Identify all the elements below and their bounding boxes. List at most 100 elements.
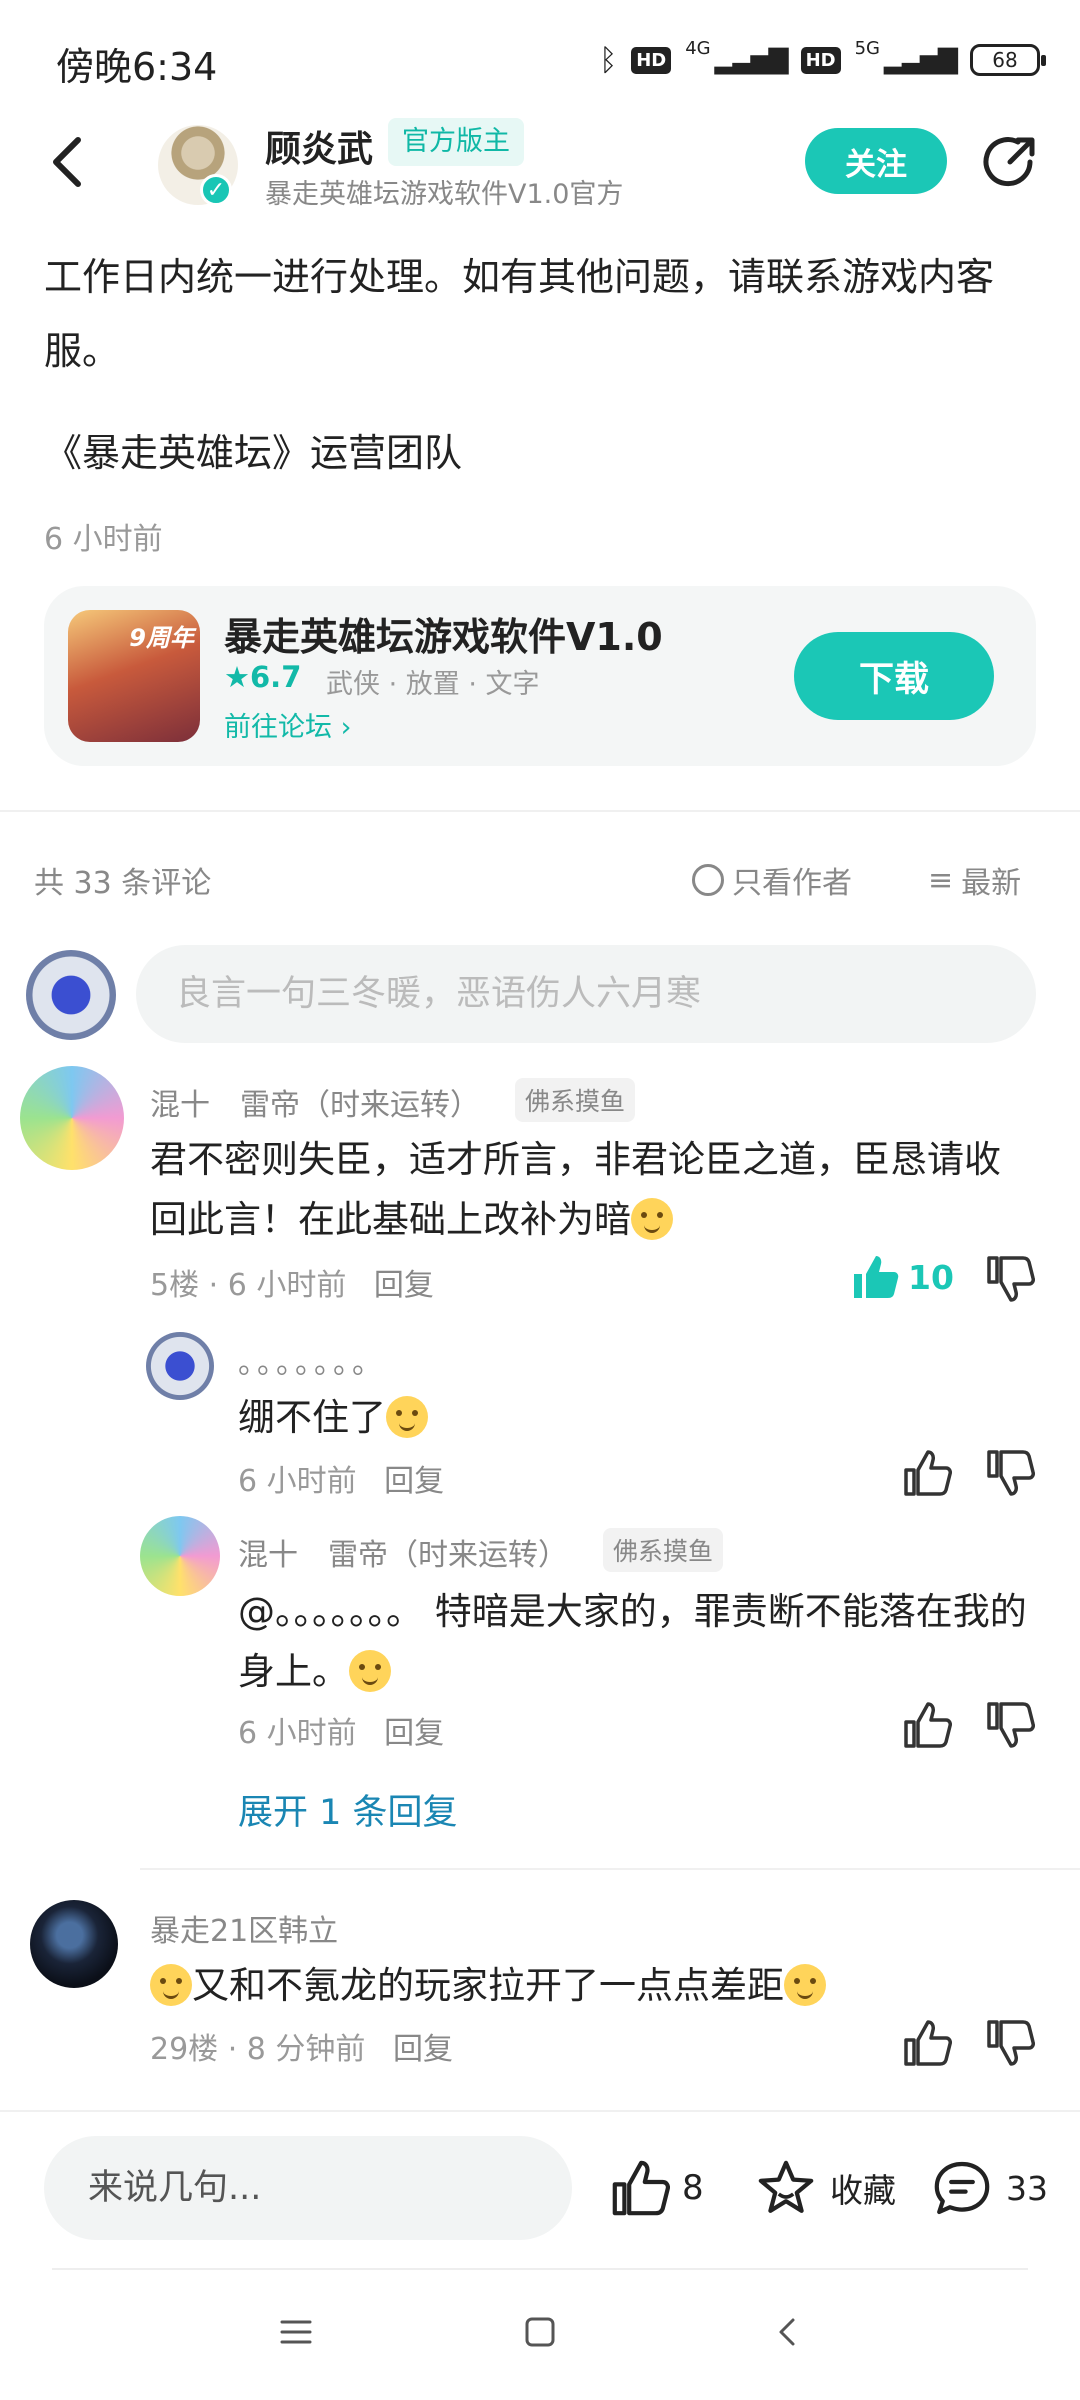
home-square-icon (525, 2317, 555, 2347)
system-back-button[interactable] (758, 2302, 818, 2362)
dislike-button[interactable] (985, 1700, 1035, 1754)
game-icon-badge: 9周年 (129, 624, 194, 652)
comment-bubble-icon (934, 2161, 990, 2215)
hd-icon-2: HD (800, 46, 841, 74)
emoji-icon (784, 1964, 826, 2006)
comments-button[interactable]: 33 (932, 2158, 1048, 2218)
game-rating: ★6.7 (224, 660, 302, 694)
nav-divider (52, 2268, 1028, 2270)
thumbs-down-icon (987, 1450, 1035, 1496)
expand-replies-link[interactable]: 展开 1 条回复 (238, 1784, 458, 1835)
dislike-button[interactable] (985, 2018, 1035, 2072)
thumbs-up-icon (612, 2160, 670, 2216)
post-signature: 《暴走英雄坛》运营团队 (44, 431, 463, 475)
sort-label: 最新 (961, 866, 1022, 901)
back-button[interactable] (48, 122, 98, 202)
reply-button[interactable]: 回复 (374, 1268, 434, 1303)
reply-text: 绷不住了 (238, 1388, 428, 1448)
commenter-name[interactable]: 混十 雷帝（时来运转） (150, 1080, 480, 1124)
reply-avatar[interactable] (140, 1516, 220, 1596)
reply-button[interactable]: 回复 (384, 1464, 444, 1499)
commenter-name[interactable]: 暴走21区韩立 (150, 1906, 338, 1950)
say-something-input[interactable]: 来说几句... (44, 2136, 572, 2240)
author-name[interactable]: 顾炎武 (265, 120, 373, 172)
emoji-laugh-icon (386, 1396, 428, 1438)
post-body-text: 工作日内统一进行处理。如有其他问题，请联系游戏内客服。 (44, 255, 995, 373)
menu-icon (280, 2320, 312, 2344)
emoji-icon (631, 1198, 673, 1240)
reply-time: 6 小时前 (238, 1464, 357, 1499)
my-avatar (26, 950, 116, 1040)
signal-icon-2: ▂▃▅▇ (884, 45, 958, 75)
thumbs-up-icon (904, 2020, 952, 2066)
comment-text-content: 又和不氪龙的玩家拉开了一点点差距 (192, 1964, 784, 2007)
comment-input[interactable]: 良言一句三冬暖，恶语伤人六月寒 (136, 945, 1036, 1043)
commenter-tag: 佛系摸鱼 (515, 1078, 636, 1122)
home-button[interactable] (510, 2302, 570, 2362)
star-icon (758, 2160, 814, 2213)
official-badge: 官方版主 (388, 118, 524, 166)
network-4g: 4G (685, 37, 711, 59)
battery-icon: 68 (970, 44, 1046, 76)
sort-newest-button[interactable]: ≡ 最新 (928, 858, 1021, 902)
reply-button[interactable]: 回复 (393, 2032, 453, 2067)
status-time: 傍晚6:34 (56, 45, 218, 89)
hd-icon: HD (631, 46, 672, 74)
share-icon[interactable] (980, 132, 1040, 192)
reply-meta: 6 小时前 回复 (238, 1708, 444, 1752)
post-time: 6 小时前 (44, 522, 163, 557)
thumbs-down-icon (987, 1256, 1035, 1302)
goto-forum-link[interactable]: 前往论坛 › (224, 705, 351, 744)
reply-meta: 6 小时前 回复 (238, 1456, 444, 1500)
game-icon[interactable]: 9周年 (68, 610, 200, 742)
post-like-count: 8 (682, 2168, 704, 2208)
comment-text-content: 君不密则失臣，适才所言，非君论臣之道，臣恳请收回此言！在此基础上改补为暗 (150, 1138, 1001, 1241)
comment-time: 8 分钟前 (246, 2032, 366, 2067)
follow-button[interactable]: 关注 (805, 128, 947, 194)
like-button[interactable] (902, 1700, 952, 1754)
comment-meta: 29楼 · 8 分钟前 回复 (150, 2032, 453, 2067)
dislike-button[interactable] (985, 1448, 1035, 1502)
back-triangle-icon (779, 2318, 795, 2346)
verified-icon: ✓ (200, 174, 232, 206)
favorite-button[interactable]: 收藏 (756, 2158, 896, 2218)
favorite-label: 收藏 (830, 2171, 896, 2210)
comment-text: 君不密则失臣，适才所言，非君论臣之道，臣恳请收回此言！在此基础上改补为暗 (150, 1130, 1030, 1250)
reply-user-name[interactable]: 。。。。。。。 (238, 1338, 386, 1382)
emoji-icon (150, 1964, 192, 2006)
like-button[interactable]: 10 (850, 1252, 954, 1302)
comment-count: 共 33 条评论 (34, 866, 212, 901)
commenter-avatar[interactable] (30, 1900, 118, 1988)
status-icons: ᛒ HD 4G ▂▃▅▇ HD 5G ▂▃▅▇ 68 (599, 37, 1046, 82)
emoji-icon (349, 1650, 391, 1692)
reply-button[interactable]: 回复 (384, 1716, 444, 1751)
dislike-button[interactable] (985, 1254, 1035, 1308)
commenter-avatar[interactable] (20, 1066, 124, 1170)
reply-text-content: 绷不住了 (238, 1396, 386, 1439)
comment-text: 又和不氪龙的玩家拉开了一点点差距 (150, 1956, 826, 2016)
author-subtitle: 暴走英雄坛游戏软件V1.0官方 (265, 179, 624, 210)
comment-time: 6 小时前 (227, 1268, 347, 1303)
radio-circle-icon (692, 864, 724, 896)
like-count: 10 (908, 1257, 954, 1297)
thumbs-down-icon (987, 1702, 1035, 1748)
network-5g: 5G (854, 37, 881, 59)
reply-text: @。。。。。。。 特暗是大家的，罪责断不能落在我的身上。 (238, 1582, 1038, 1702)
section-divider (0, 810, 1080, 812)
battery-level: 68 (992, 48, 1018, 72)
reply-avatar[interactable] (146, 1332, 214, 1400)
menu-button[interactable] (266, 2302, 326, 2362)
reply-user-name[interactable]: 混十 雷帝（时来运转） (238, 1530, 568, 1574)
like-button[interactable] (902, 1448, 952, 1502)
download-button[interactable]: 下载 (794, 632, 994, 720)
thumbs-up-icon (904, 1702, 952, 1748)
like-button[interactable] (902, 2018, 952, 2072)
only-author-label: 只看作者 (732, 866, 852, 901)
reply-time: 6 小时前 (238, 1716, 357, 1751)
game-name: 暴走英雄坛游戏软件V1.0 (224, 615, 663, 659)
comment-meta: 5楼 · 6 小时前 回复 (150, 1268, 434, 1303)
bluetooth-icon: ᛒ (599, 42, 618, 78)
sort-icon: ≡ (928, 862, 954, 898)
post-like-button[interactable]: 8 (610, 2158, 704, 2218)
only-author-toggle[interactable]: 只看作者 (692, 858, 852, 902)
